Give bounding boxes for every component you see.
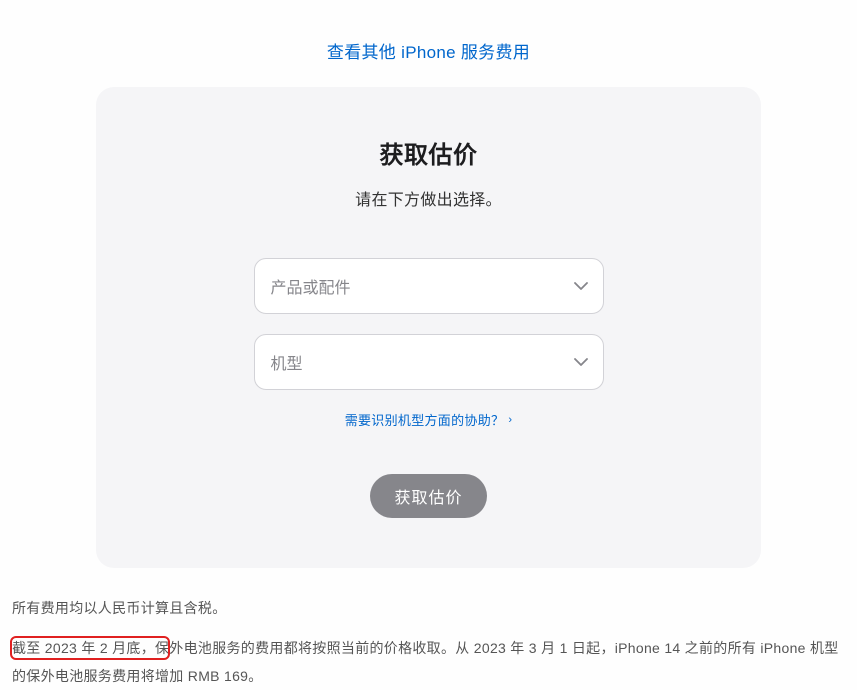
view-other-services-link[interactable]: 查看其他 iPhone 服务费用 [327, 43, 530, 62]
model-select-wrap: 机型 [254, 334, 604, 390]
help-link-row: 需要识别机型方面的协助？ › [136, 410, 721, 430]
chevron-right-icon: › [508, 414, 512, 426]
product-select-wrap: 产品或配件 [254, 258, 604, 314]
product-select[interactable]: 产品或配件 [254, 258, 604, 314]
top-link-row: 查看其他 iPhone 服务费用 [0, 0, 857, 87]
footer-note-2-highlight: 费用将增加 RMB 169。 [112, 668, 262, 684]
identify-model-help-link[interactable]: 需要识别机型方面的协助？ › [345, 410, 513, 429]
card-title: 获取估价 [136, 135, 721, 170]
estimate-card: 获取估价 请在下方做出选择。 产品或配件 机型 需要识别机型方面的协助？ › 获… [96, 87, 761, 568]
get-estimate-button[interactable]: 获取估价 [370, 474, 486, 518]
model-select-placeholder: 机型 [271, 350, 303, 374]
model-select[interactable]: 机型 [254, 334, 604, 390]
product-select-placeholder: 产品或配件 [271, 274, 351, 298]
help-link-label: 需要识别机型方面的协助？ [345, 410, 505, 429]
footer-note-1: 所有费用均以人民币计算且含税。 [12, 594, 845, 622]
footer-note-2: 截至 2023 年 2 月底，保外电池服务的费用都将按照当前的价格收取。从 20… [12, 634, 845, 690]
card-subtitle: 请在下方做出选择。 [136, 186, 721, 210]
footer-notes: 所有费用均以人民币计算且含税。 截至 2023 年 2 月底，保外电池服务的费用… [0, 568, 857, 690]
